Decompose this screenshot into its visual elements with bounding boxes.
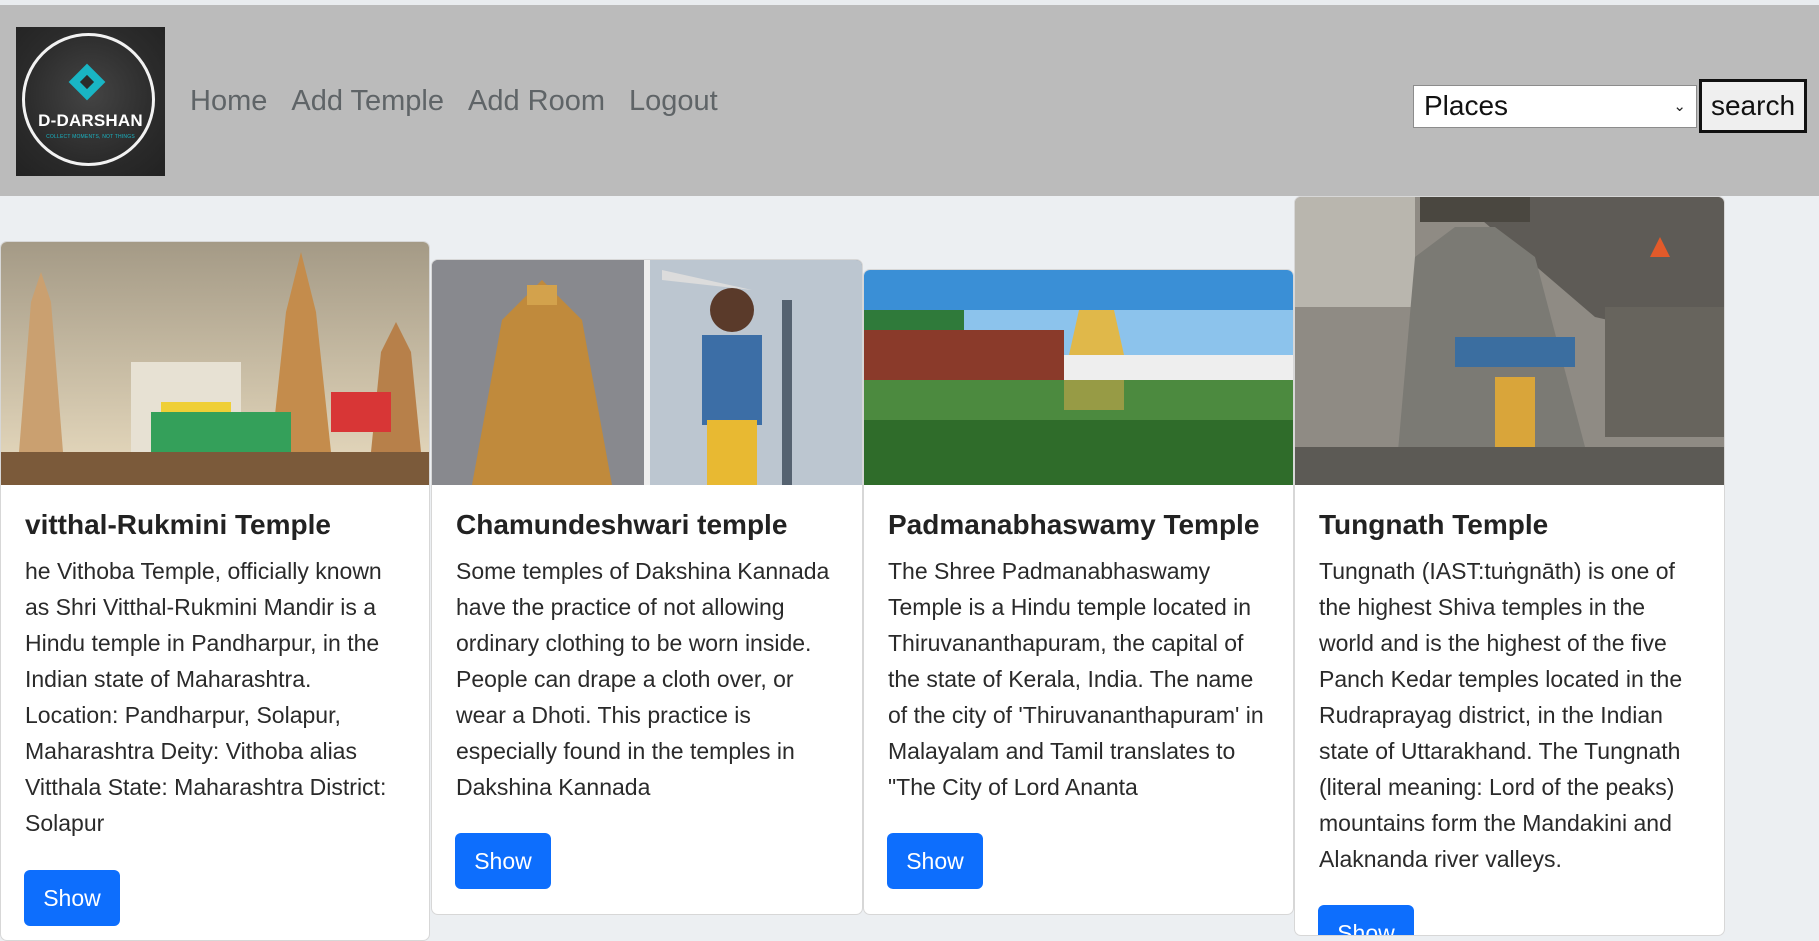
chevron-down-icon: ⌄	[1673, 98, 1686, 115]
logo-ring	[22, 33, 155, 166]
card-title: vitthal-Rukmini Temple	[25, 509, 331, 540]
places-select[interactable]: Places ⌄	[1413, 84, 1697, 128]
card-body: Chamundeshwari temple Some temples of Da…	[456, 509, 840, 805]
card-title: Chamundeshwari temple	[456, 509, 788, 540]
temple-photo-image	[1, 242, 429, 485]
card-body: Tungnath Temple Tungnath (IAST:tuṅgnāth)…	[1319, 509, 1702, 877]
search-button[interactable]: search	[1699, 79, 1807, 133]
card-description: Some temples of Dakshina Kannada have th…	[456, 558, 830, 800]
temple-card: Chamundeshwari temple Some temples of Da…	[431, 259, 863, 915]
logo-tagline: COLLECT MOMENTS, NOT THINGS	[46, 134, 135, 140]
show-button[interactable]: Show	[887, 833, 983, 889]
search-form: Places ⌄ search	[1413, 79, 1807, 133]
site-logo[interactable]: D-DARSHAN COLLECT MOMENTS, NOT THINGS	[16, 27, 165, 176]
temple-photo-image	[864, 270, 1293, 485]
card-body: vitthal-Rukmini Temple he Vithoba Temple…	[25, 509, 407, 841]
nav-add-temple-link[interactable]: Add Temple	[291, 85, 444, 118]
nav-add-room-link[interactable]: Add Room	[468, 85, 605, 118]
show-button[interactable]: Show	[455, 833, 551, 889]
temple-photo-image	[432, 260, 862, 485]
temple-card: Tungnath Temple Tungnath (IAST:tuṅgnāth)…	[1294, 196, 1725, 936]
temple-card: vitthal-Rukmini Temple he Vithoba Temple…	[0, 241, 430, 941]
temple-card: Padmanabhaswamy Temple The Shree Padmana…	[863, 269, 1294, 915]
card-description: Tungnath (IAST:tuṅgnāth) is one of the h…	[1319, 558, 1683, 872]
card-title: Tungnath Temple	[1319, 509, 1549, 540]
nav-links: Home Add Temple Add Room Logout	[190, 85, 718, 118]
navbar: D-DARSHAN COLLECT MOMENTS, NOT THINGS Ho…	[0, 5, 1819, 196]
card-body: Padmanabhaswamy Temple The Shree Padmana…	[888, 509, 1271, 805]
logo-title: D-DARSHAN	[38, 111, 143, 130]
card-description: he Vithoba Temple, officially known as S…	[25, 558, 387, 836]
show-button[interactable]: Show	[1318, 905, 1414, 935]
card-title: Padmanabhaswamy Temple	[888, 509, 1260, 540]
temple-photo-image	[1295, 197, 1724, 485]
nav-home-link[interactable]: Home	[190, 85, 267, 118]
card-description: The Shree Padmanabhaswamy Temple is a Hi…	[888, 558, 1264, 800]
show-button[interactable]: Show	[24, 870, 120, 926]
places-select-value: Places	[1424, 90, 1509, 121]
nav-logout-link[interactable]: Logout	[629, 85, 718, 118]
